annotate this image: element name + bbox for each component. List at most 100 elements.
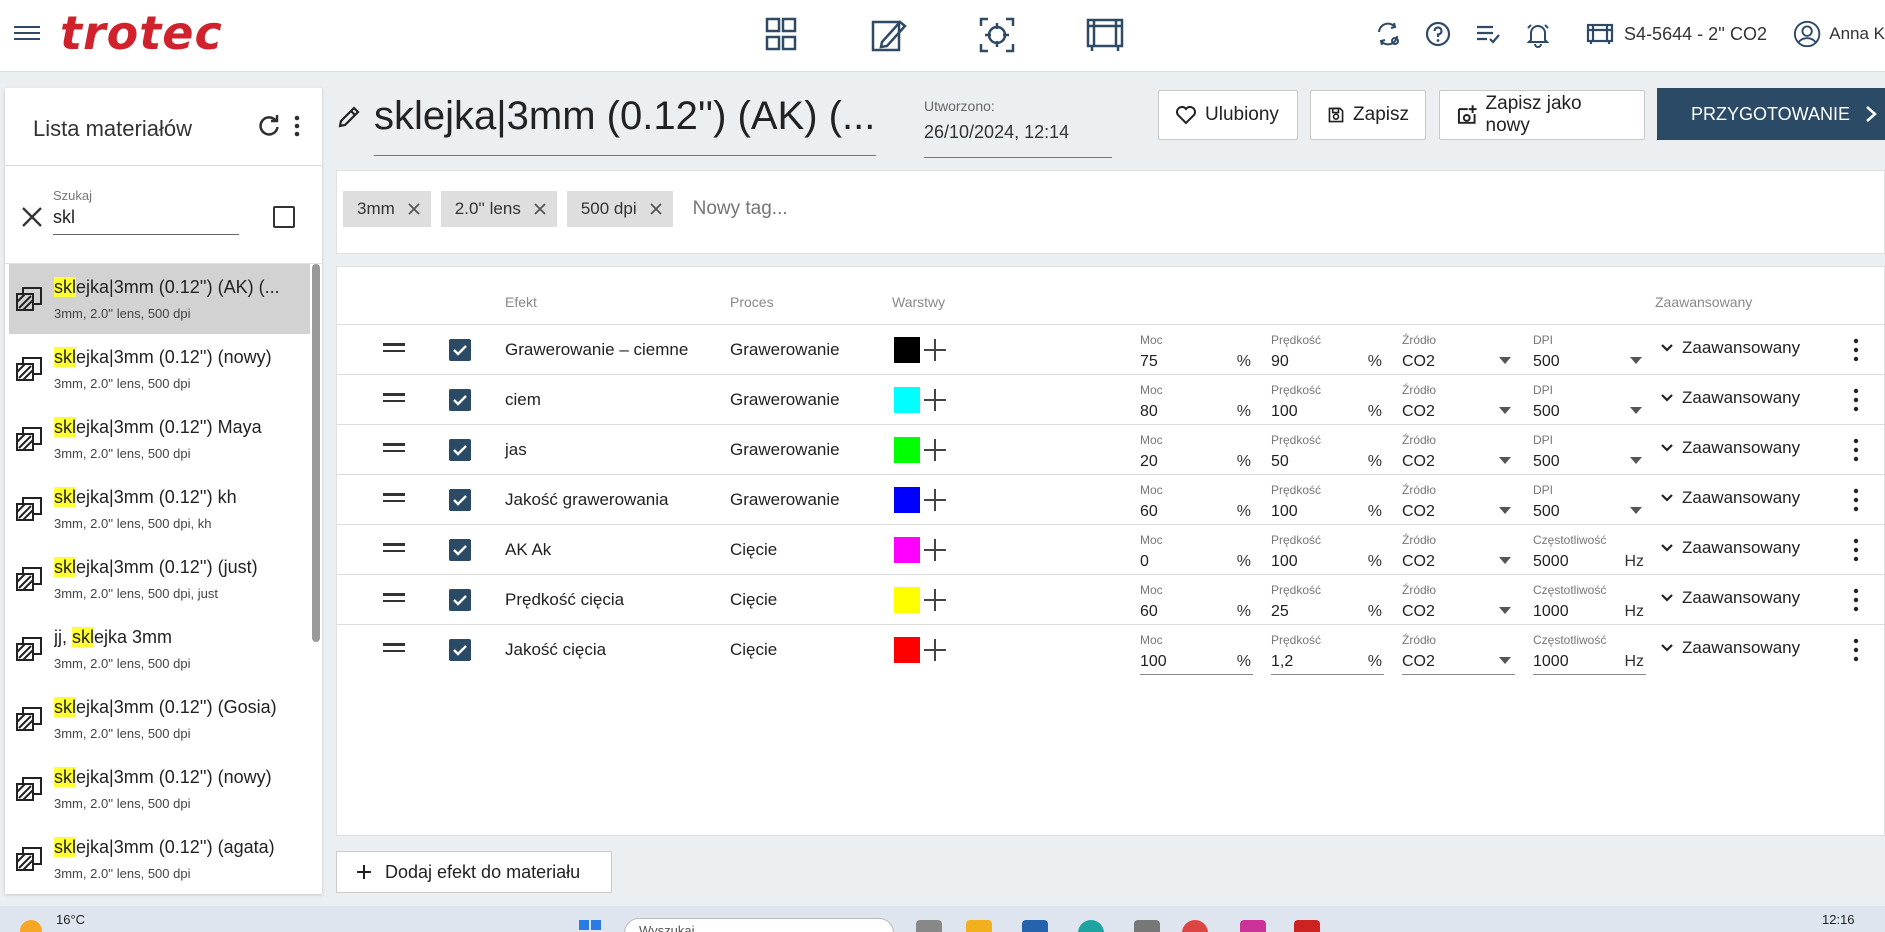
file-explorer-icon[interactable] xyxy=(966,920,992,932)
advanced-toggle[interactable]: Zaawansowany xyxy=(1660,638,1800,658)
speed-value[interactable]: 100 xyxy=(1271,403,1361,421)
more-vertical-icon[interactable] xyxy=(1851,587,1861,613)
power-value[interactable]: 0 xyxy=(1140,553,1230,571)
more-vertical-icon[interactable] xyxy=(1851,487,1861,513)
add-layer-icon[interactable] xyxy=(921,636,949,664)
power-field[interactable]: Moc 60% xyxy=(1140,583,1253,625)
app-icon[interactable] xyxy=(1240,920,1266,932)
dashboard-grid-icon[interactable] xyxy=(760,14,802,56)
more-vertical-icon[interactable] xyxy=(1851,537,1861,563)
source-select[interactable]: Źródło CO2 xyxy=(1402,333,1515,375)
effect-name[interactable]: Prędkość cięcia xyxy=(505,590,624,610)
menu-icon[interactable] xyxy=(14,22,40,46)
dpi-frequency-value[interactable]: 1000 xyxy=(1533,653,1623,671)
prepare-button[interactable]: PRZYGOTOWANIE xyxy=(1657,88,1885,140)
more-vertical-icon[interactable] xyxy=(1851,337,1861,363)
dropdown-arrow-icon[interactable] xyxy=(1499,557,1511,564)
source-value[interactable]: CO2 xyxy=(1402,653,1492,671)
speed-field[interactable]: Prędkość 100% xyxy=(1271,533,1384,575)
add-layer-icon[interactable] xyxy=(921,436,949,464)
taskview-icon[interactable] xyxy=(916,920,942,932)
dpi-frequency-value[interactable]: 500 xyxy=(1533,353,1623,371)
power-field[interactable]: Moc 75% xyxy=(1140,333,1253,375)
remove-tag-icon[interactable] xyxy=(533,202,547,216)
dropdown-arrow-icon[interactable] xyxy=(1499,407,1511,414)
effect-name[interactable]: Grawerowanie – ciemne xyxy=(505,340,688,360)
dpi-frequency-field[interactable]: Częstotliwość 1000 Hz xyxy=(1533,633,1646,675)
dpi-frequency-value[interactable]: 5000 xyxy=(1533,553,1623,571)
refresh-icon[interactable] xyxy=(255,112,283,140)
material-title[interactable]: sklejka|3mm (0.12'') (AK) (... xyxy=(374,94,876,156)
effect-enabled-checkbox[interactable] xyxy=(449,439,471,461)
layer-color-swatch[interactable] xyxy=(894,487,920,513)
speed-field[interactable]: Prędkość 1,2% xyxy=(1271,633,1384,675)
source-value[interactable]: CO2 xyxy=(1402,603,1492,621)
material-list-item[interactable]: sklejka|3mm (0.12'') (agata) 3mm, 2.0'' l… xyxy=(5,824,322,894)
dropdown-arrow-icon[interactable] xyxy=(1630,457,1642,464)
power-value[interactable]: 75 xyxy=(1140,353,1230,371)
material-list-item[interactable]: sklejka|3mm (0.12'') (nowy) 3mm, 2.0'' le… xyxy=(5,334,322,404)
effect-name[interactable]: Jakość grawerowania xyxy=(505,490,668,510)
user-menu[interactable]: Anna K xyxy=(1793,19,1885,49)
app-icon[interactable] xyxy=(1134,920,1160,932)
chrome-icon[interactable] xyxy=(1182,920,1208,932)
layer-color-swatch[interactable] xyxy=(894,437,920,463)
advanced-toggle[interactable]: Zaawansowany xyxy=(1660,338,1800,358)
source-value[interactable]: CO2 xyxy=(1402,553,1492,571)
effect-name[interactable]: AK Ak xyxy=(505,540,551,560)
add-layer-icon[interactable] xyxy=(921,336,949,364)
material-list-scrollbar[interactable] xyxy=(312,264,320,642)
source-value[interactable]: CO2 xyxy=(1402,503,1492,521)
new-tag-input[interactable] xyxy=(692,198,893,220)
layer-color-swatch[interactable] xyxy=(894,637,920,663)
speed-value[interactable]: 90 xyxy=(1271,353,1361,371)
advanced-toggle[interactable]: Zaawansowany xyxy=(1660,488,1800,508)
power-value[interactable]: 60 xyxy=(1140,503,1230,521)
help-icon[interactable] xyxy=(1422,18,1454,50)
more-vertical-icon[interactable] xyxy=(1851,387,1861,413)
advanced-toggle[interactable]: Zaawansowany xyxy=(1660,588,1800,608)
source-select[interactable]: Źródło CO2 xyxy=(1402,583,1515,625)
drag-handle-icon[interactable] xyxy=(383,543,405,555)
material-list-item[interactable]: sklejka|3mm (0.12'') (nowy) 3mm, 2.0'' le… xyxy=(5,754,322,824)
source-select[interactable]: Źródło CO2 xyxy=(1402,633,1515,675)
layer-color-swatch[interactable] xyxy=(894,587,920,613)
material-list-item[interactable]: jj, sklejka 3mm 3mm, 2.0'' lens, 500 dpi xyxy=(5,614,322,684)
advanced-toggle[interactable]: Zaawansowany xyxy=(1660,438,1800,458)
favorite-button[interactable]: Ulubiony xyxy=(1158,90,1298,140)
source-value[interactable]: CO2 xyxy=(1402,453,1492,471)
effect-name[interactable]: ciem xyxy=(505,390,541,410)
drag-handle-icon[interactable] xyxy=(383,493,405,505)
add-layer-icon[interactable] xyxy=(921,586,949,614)
speed-field[interactable]: Prędkość 50% xyxy=(1271,433,1384,475)
material-list-item[interactable]: sklejka|3mm (0.12'') (just) 3mm, 2.0'' le… xyxy=(5,544,322,614)
machine-selector[interactable]: S4-5644 - 2'' CO2 xyxy=(1586,22,1767,46)
source-value[interactable]: CO2 xyxy=(1402,403,1492,421)
power-field[interactable]: Moc 100% xyxy=(1140,633,1253,675)
search-input[interactable] xyxy=(53,203,239,235)
effect-name[interactable]: Jakość cięcia xyxy=(505,640,606,660)
close-icon[interactable] xyxy=(19,204,45,230)
speed-value[interactable]: 25 xyxy=(1271,603,1361,621)
add-layer-icon[interactable] xyxy=(921,486,949,514)
layer-color-swatch[interactable] xyxy=(894,387,920,413)
notifications-icon[interactable] xyxy=(1522,18,1554,50)
power-field[interactable]: Moc 20% xyxy=(1140,433,1253,475)
drag-handle-icon[interactable] xyxy=(383,593,405,605)
speed-field[interactable]: Prędkość 25% xyxy=(1271,583,1384,625)
dpi-frequency-field[interactable]: DPI 500 xyxy=(1533,483,1646,525)
effect-enabled-checkbox[interactable] xyxy=(449,389,471,411)
speed-field[interactable]: Prędkość 100% xyxy=(1271,483,1384,525)
layer-color-swatch[interactable] xyxy=(894,337,920,363)
remove-tag-icon[interactable] xyxy=(407,202,421,216)
power-value[interactable]: 100 xyxy=(1140,653,1230,671)
add-effect-button[interactable]: Dodaj efekt do materiału xyxy=(336,851,612,893)
drag-handle-icon[interactable] xyxy=(383,393,405,405)
source-select[interactable]: Źródło CO2 xyxy=(1402,483,1515,525)
effect-enabled-checkbox[interactable] xyxy=(449,589,471,611)
position-target-icon[interactable] xyxy=(976,14,1018,56)
dpi-frequency-value[interactable]: 1000 xyxy=(1533,603,1623,621)
design-edit-icon[interactable] xyxy=(868,14,910,56)
power-value[interactable]: 60 xyxy=(1140,603,1230,621)
dropdown-arrow-icon[interactable] xyxy=(1499,457,1511,464)
